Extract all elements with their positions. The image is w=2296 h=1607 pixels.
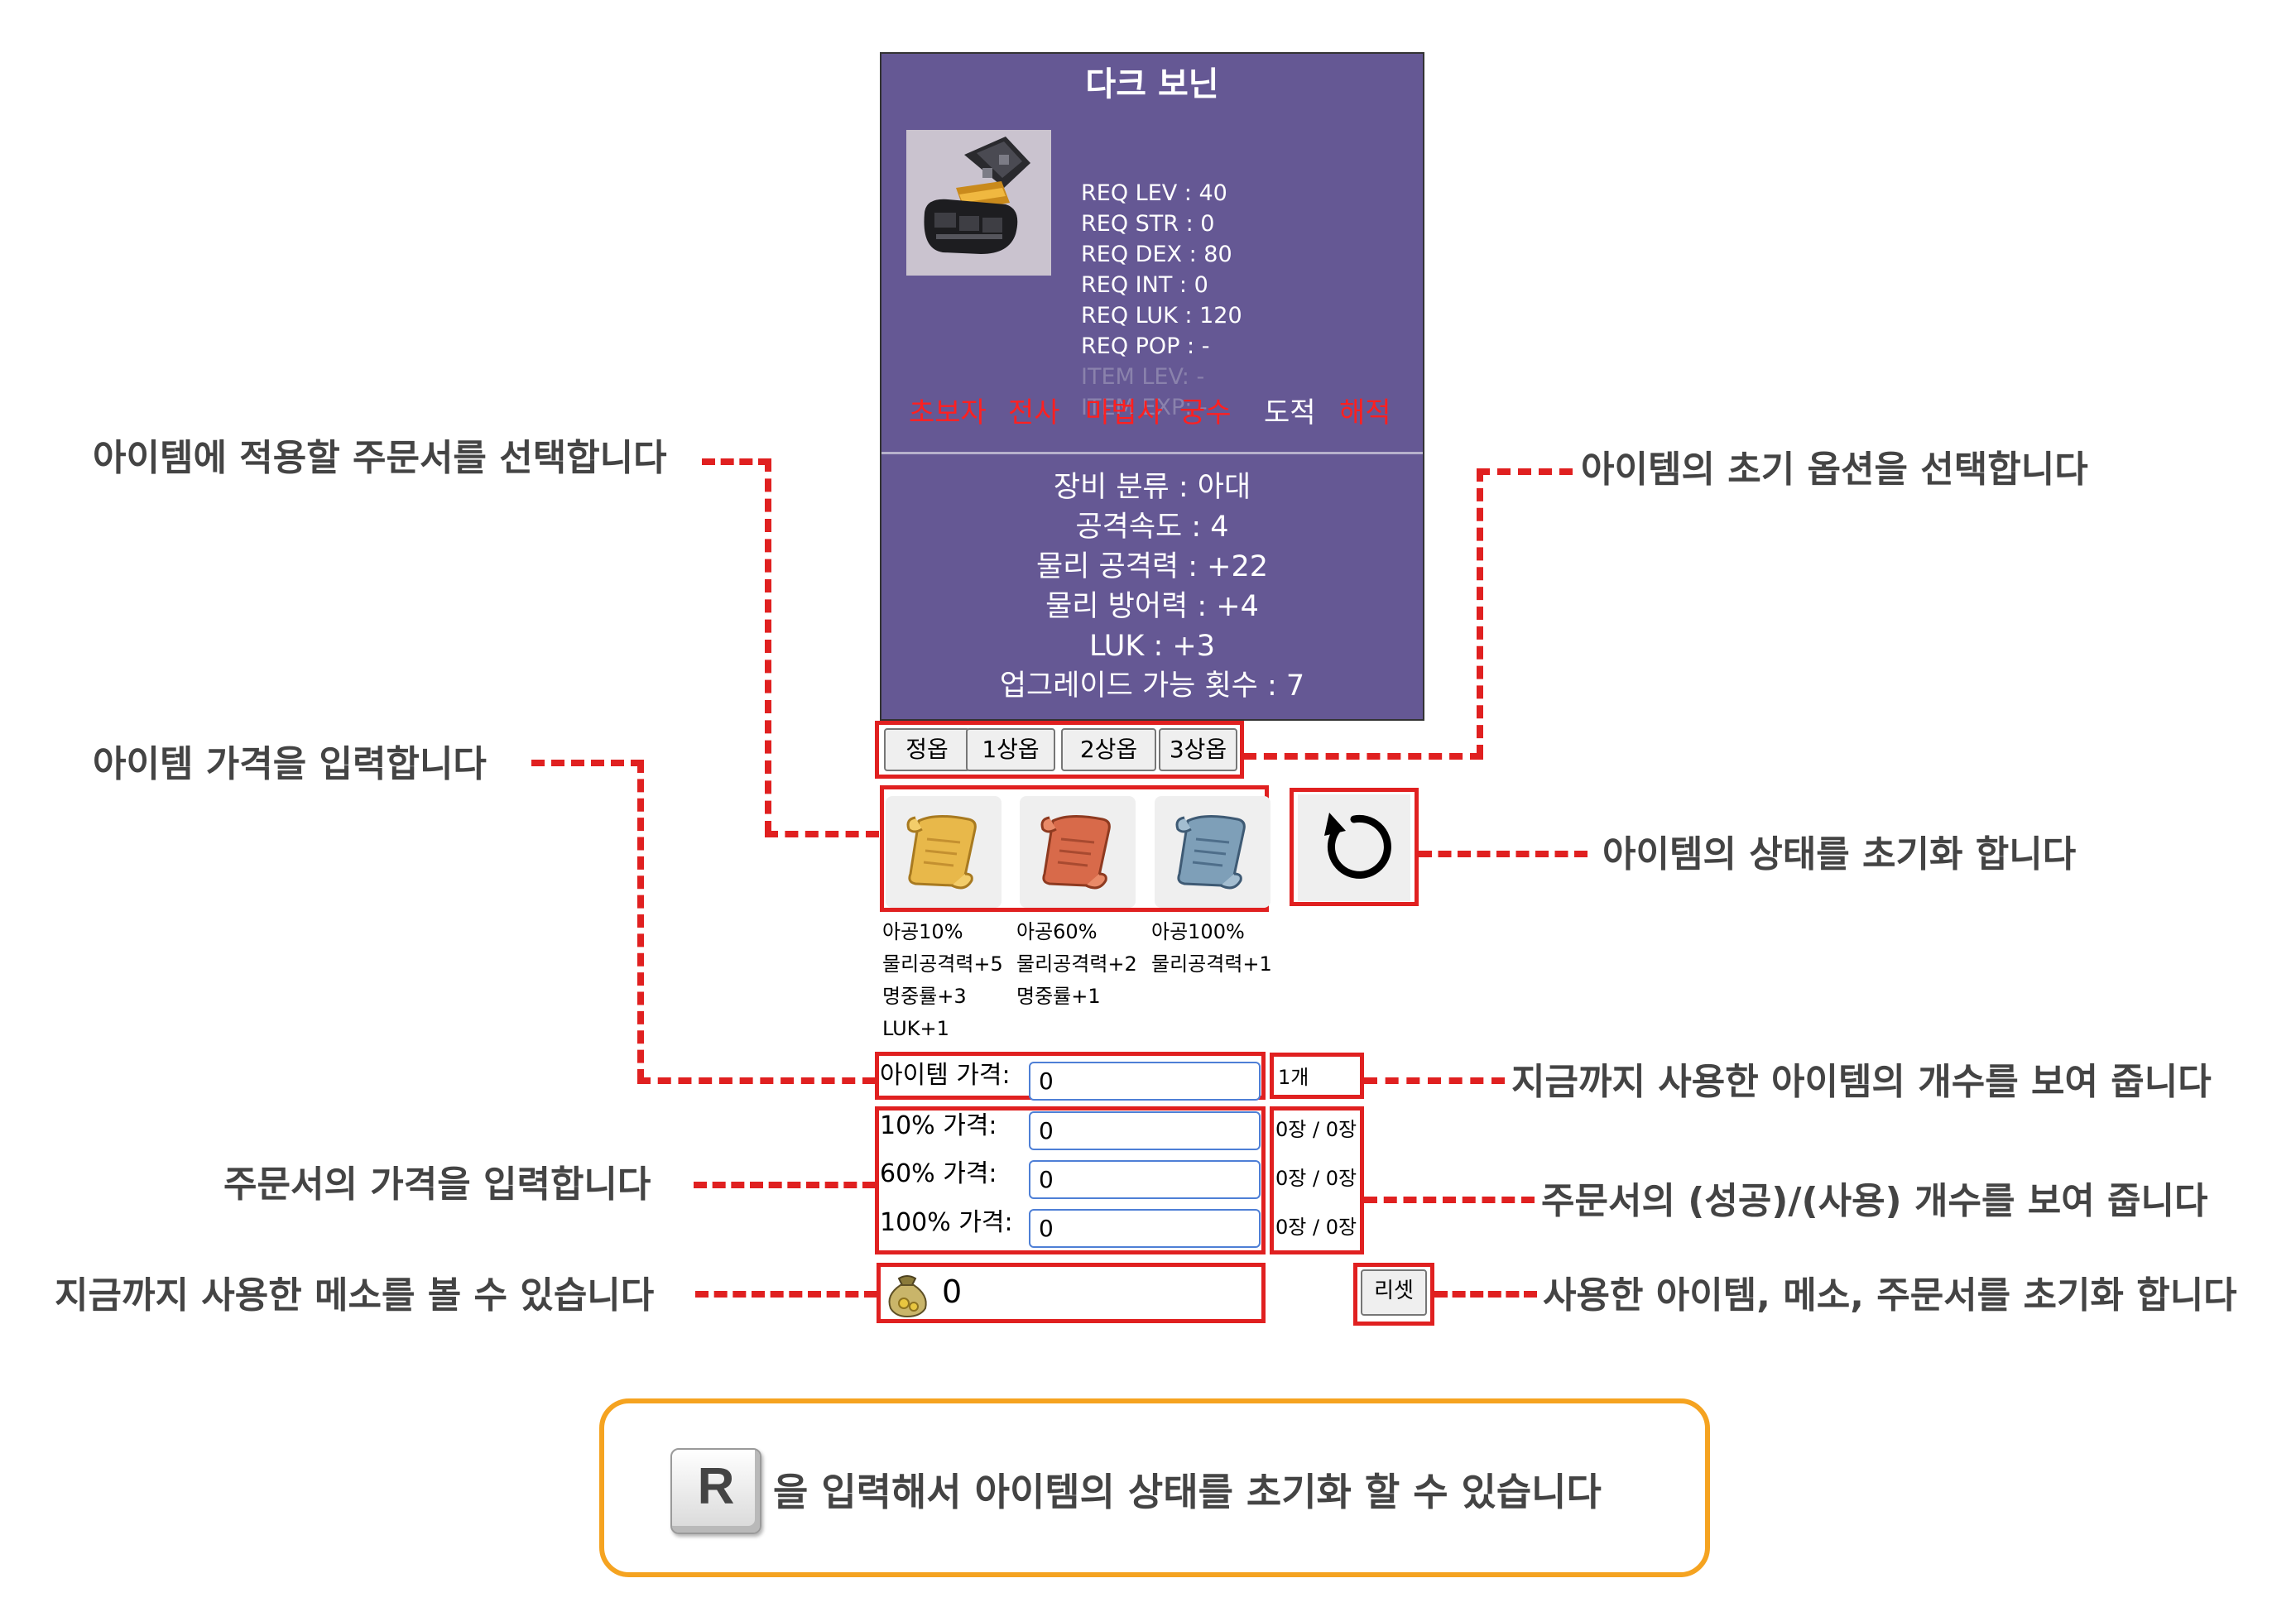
stat-line: 물리 방어력 : +4 <box>1045 590 1259 623</box>
item-tooltip-card: 다크 보닌 REQ LEV : 40 REQ STR : 0 REQ DEX : 8… <box>880 52 1424 721</box>
scroll-caption-line: LUK+1 <box>882 1017 949 1040</box>
connector <box>637 1077 876 1084</box>
blue-scroll-icon <box>1155 815 1270 911</box>
connector <box>695 1291 877 1298</box>
refresh-icon <box>1298 813 1410 904</box>
job-label: 초보자 <box>909 396 987 429</box>
scroll-caption-10: 아공10% 물리공격력+5 명중률+3 LUK+1 <box>882 916 1003 1045</box>
requirement-line: REQ STR : 0 <box>1081 211 1215 237</box>
annotation-select-initial-option: 아이템의 초기 옵션을 선택합니다 <box>1581 449 2088 491</box>
meso-bag-icon <box>881 1267 934 1320</box>
tooltip-divider <box>881 452 1423 454</box>
annotation-item-count: 지금까지 사용한 아이템의 개수를 보여 줍니다 <box>1511 1061 2212 1103</box>
job-label: 해적 <box>1339 396 1391 429</box>
item-name: 다크 보닌 <box>1085 65 1219 103</box>
shortcut-tip-text: 을 입력해서 아이템의 상태를 초기화 할 수 있습니다 <box>773 1470 1602 1514</box>
reset-item-button[interactable] <box>1298 794 1410 901</box>
scroll-caption-line: 명중률+1 <box>1016 985 1101 1008</box>
annotation-enter-scroll-price: 주문서의 가격을 입력합니다 <box>223 1163 651 1206</box>
annotation-reset-item-state: 아이템의 상태를 초기화 합니다 <box>1602 833 2077 875</box>
scroll-10-price-input[interactable] <box>1029 1111 1261 1150</box>
red-scroll-icon <box>1020 815 1136 911</box>
connector <box>694 1182 876 1188</box>
scroll-caption-60: 아공60% 물리공격력+2 명중률+1 <box>1016 916 1137 1013</box>
connector <box>1477 468 1483 758</box>
option-button-3[interactable]: 3상옵 <box>1159 728 1237 771</box>
connector <box>1434 1291 1537 1298</box>
connector <box>1477 468 1573 475</box>
item-level-line: ITEM LEV: - <box>1081 364 1205 390</box>
scroll-caption-line: 물리공격력+5 <box>882 952 1003 976</box>
scroll-60-price-label: 60% 가격: <box>880 1159 997 1188</box>
scroll-60-price-input[interactable] <box>1029 1160 1261 1199</box>
item-price-label: 아이템 가격: <box>880 1061 1011 1090</box>
connector <box>531 760 644 766</box>
job-label: 마법사 <box>1085 396 1163 429</box>
scroll-caption-100: 아공100% 물리공격력+1 <box>1151 916 1272 981</box>
scroll-caption-line: 물리공격력+2 <box>1016 952 1137 976</box>
requirement-line: REQ DEX : 80 <box>1081 242 1232 267</box>
annotation-reset-all: 사용한 아이템, 메소, 주문서를 초기화 합니다 <box>1543 1274 2237 1317</box>
option-button-2[interactable]: 2상옵 <box>1061 728 1156 771</box>
requirement-line: REQ INT : 0 <box>1081 272 1208 298</box>
connector <box>637 760 644 1082</box>
job-label: 도적 <box>1264 396 1316 429</box>
connector <box>1364 1197 1535 1203</box>
annotation-meso-used: 지금까지 사용한 메소를 볼 수 있습니다 <box>55 1274 655 1317</box>
connector <box>1419 851 1588 857</box>
scroll-caption-line: 물리공격력+1 <box>1151 952 1272 976</box>
meso-frame <box>877 1263 1266 1323</box>
requirement-line: REQ POP : - <box>1081 333 1210 359</box>
job-label: 궁수 <box>1179 396 1232 429</box>
annotation-select-scroll: 아이템에 적용할 주문서를 선택합니다 <box>93 437 667 479</box>
yellow-scroll-icon <box>886 815 1001 911</box>
stat-line: 장비 분류 : 아대 <box>1053 471 1251 504</box>
connector <box>1364 1077 1505 1084</box>
stat-line: 공격속도 : 4 <box>1075 511 1229 544</box>
option-button-1[interactable]: 1상옵 <box>966 728 1055 771</box>
scroll-button-10[interactable] <box>886 796 1001 908</box>
scroll-caption-line: 아공10% <box>882 920 963 943</box>
scroll-button-60[interactable] <box>1020 796 1136 908</box>
connector <box>765 458 771 834</box>
stat-line: 물리 공격력 : +22 <box>1035 550 1269 583</box>
item-count: 1개 <box>1278 1066 1309 1089</box>
scroll-100-price-label: 100% 가격: <box>880 1208 1013 1237</box>
connector <box>702 458 771 465</box>
scroll-100-price-input[interactable] <box>1029 1209 1261 1248</box>
connector <box>1243 753 1483 760</box>
annotation-scroll-counts: 주문서의 (성공)/(사용) 개수를 보여 줍니다 <box>1541 1180 2208 1222</box>
scroll-caption-line: 아공100% <box>1151 920 1245 943</box>
connector <box>765 831 879 837</box>
annotation-enter-item-price: 아이템 가격을 입력합니다 <box>93 743 487 785</box>
scroll-100-count: 0장 / 0장 <box>1275 1216 1357 1239</box>
scroll-button-100[interactable] <box>1155 796 1270 908</box>
item-price-input[interactable] <box>1029 1062 1261 1101</box>
requirement-line: REQ LUK : 120 <box>1081 303 1242 329</box>
stat-line: LUK : +3 <box>1089 630 1215 663</box>
requirement-line: REQ LEV : 40 <box>1081 180 1227 206</box>
stat-line: 업그레이드 가능 횟수 : 7 <box>999 669 1305 703</box>
dark-gauntlet-icon <box>906 130 1051 276</box>
job-label: 전사 <box>1008 396 1060 429</box>
scroll-60-count: 0장 / 0장 <box>1275 1167 1357 1190</box>
reset-all-button[interactable]: 리셋 <box>1361 1269 1427 1316</box>
scroll-10-count: 0장 / 0장 <box>1275 1118 1357 1141</box>
r-key-icon: R <box>670 1448 761 1534</box>
option-button-base[interactable]: 정옵 <box>884 728 970 771</box>
scroll-caption-line: 명중률+3 <box>882 985 967 1008</box>
scroll-caption-line: 아공60% <box>1016 920 1098 943</box>
meso-used-value: 0 <box>942 1274 963 1310</box>
scroll-10-price-label: 10% 가격: <box>880 1111 997 1140</box>
